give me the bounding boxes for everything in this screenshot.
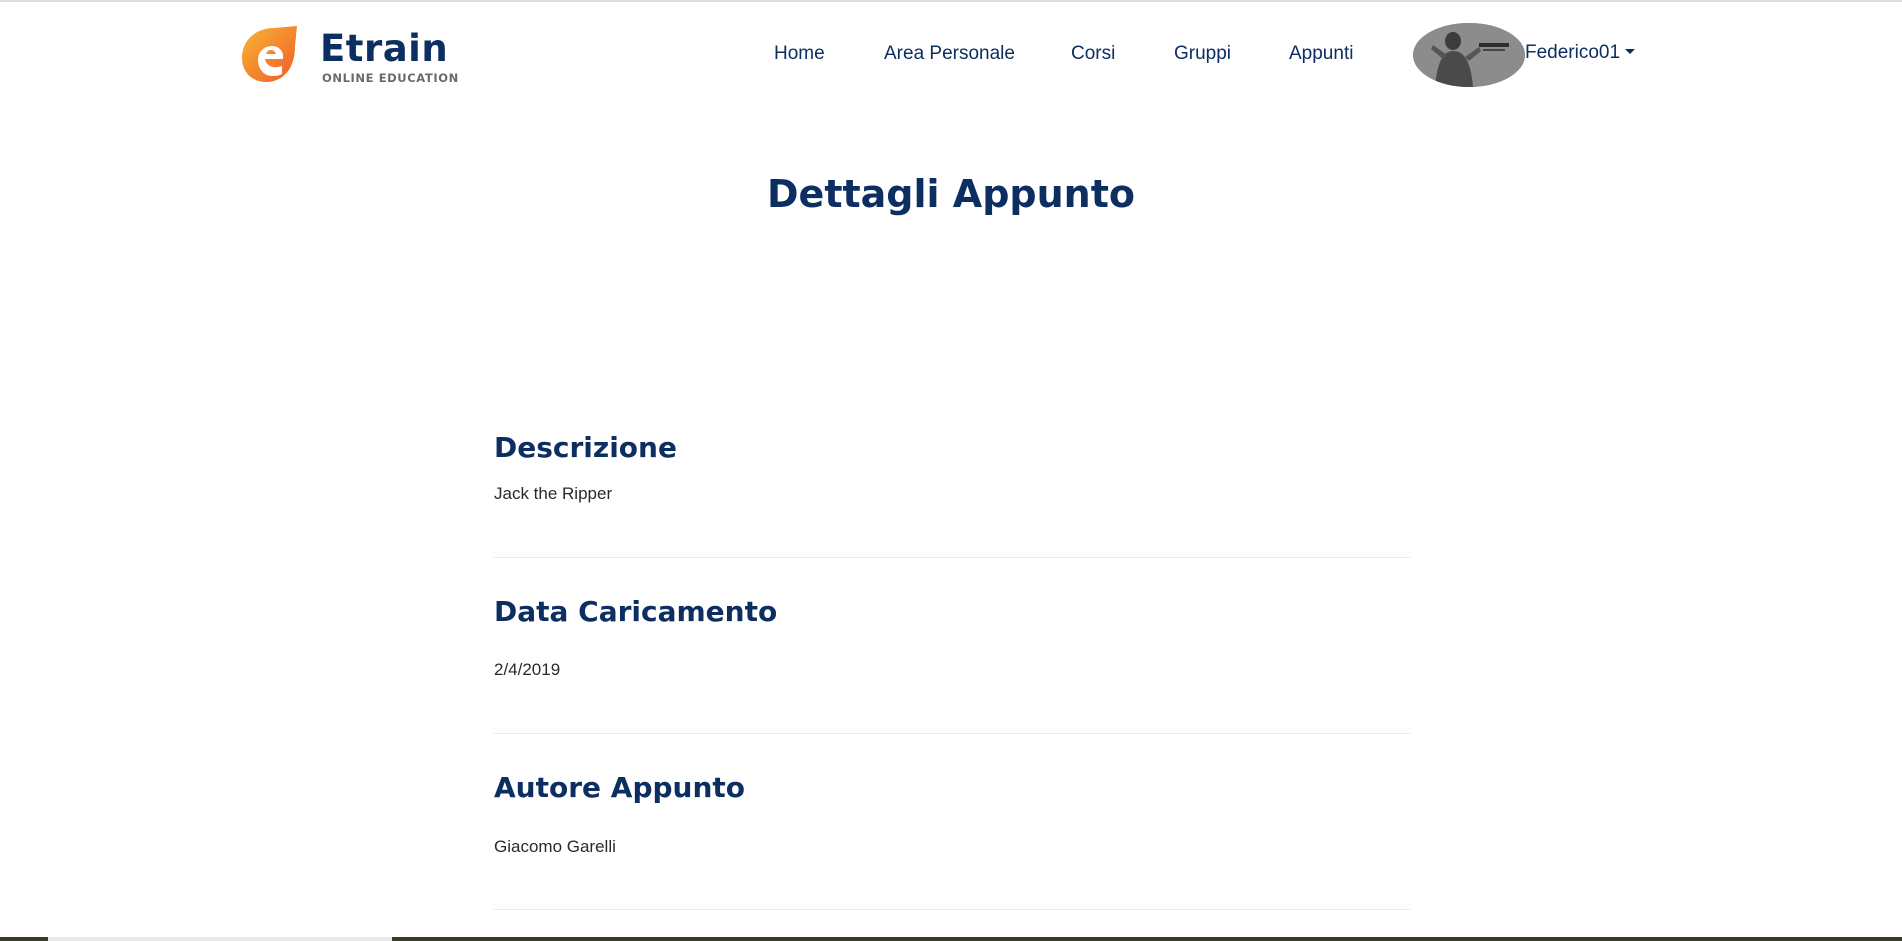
section-value-data-caricamento: 2/4/2019 [494, 660, 561, 679]
user-menu-toggle[interactable]: Federico01 [1525, 41, 1636, 65]
username-label: Federico01 [1525, 42, 1621, 63]
section-divider [494, 909, 1410, 910]
section-divider [494, 557, 1410, 558]
section-title-autore-appunto: Autore Appunto [494, 771, 746, 804]
section-title-descrizione: Descrizione [494, 431, 677, 464]
nav-appunti[interactable]: Appunti [1289, 42, 1353, 66]
nav-area-personale[interactable]: Area Personale [884, 42, 1015, 66]
brand-name: Etrain [320, 27, 449, 70]
section-divider [494, 733, 1410, 734]
top-border [0, 0, 1902, 2]
section-value-descrizione: Jack the Ripper [494, 484, 613, 503]
site-logo[interactable]: Etrain ONLINE EDUCATION [238, 24, 458, 88]
nav-corsi[interactable]: Corsi [1071, 42, 1115, 66]
section-value-autore-appunto: Giacomo Garelli [494, 837, 616, 856]
user-avatar[interactable] [1413, 23, 1525, 87]
bottom-strip [0, 937, 1902, 941]
nav-home[interactable]: Home [774, 42, 825, 66]
section-title-data-caricamento: Data Caricamento [494, 595, 778, 628]
page-title: Dettagli Appunto [767, 172, 1135, 216]
etrain-logo-icon [242, 26, 297, 82]
nav-gruppi[interactable]: Gruppi [1174, 42, 1231, 66]
brand-tagline: ONLINE EDUCATION [322, 71, 459, 85]
avatar-photo-icon [1413, 23, 1525, 87]
caret-down-icon [1625, 49, 1636, 54]
